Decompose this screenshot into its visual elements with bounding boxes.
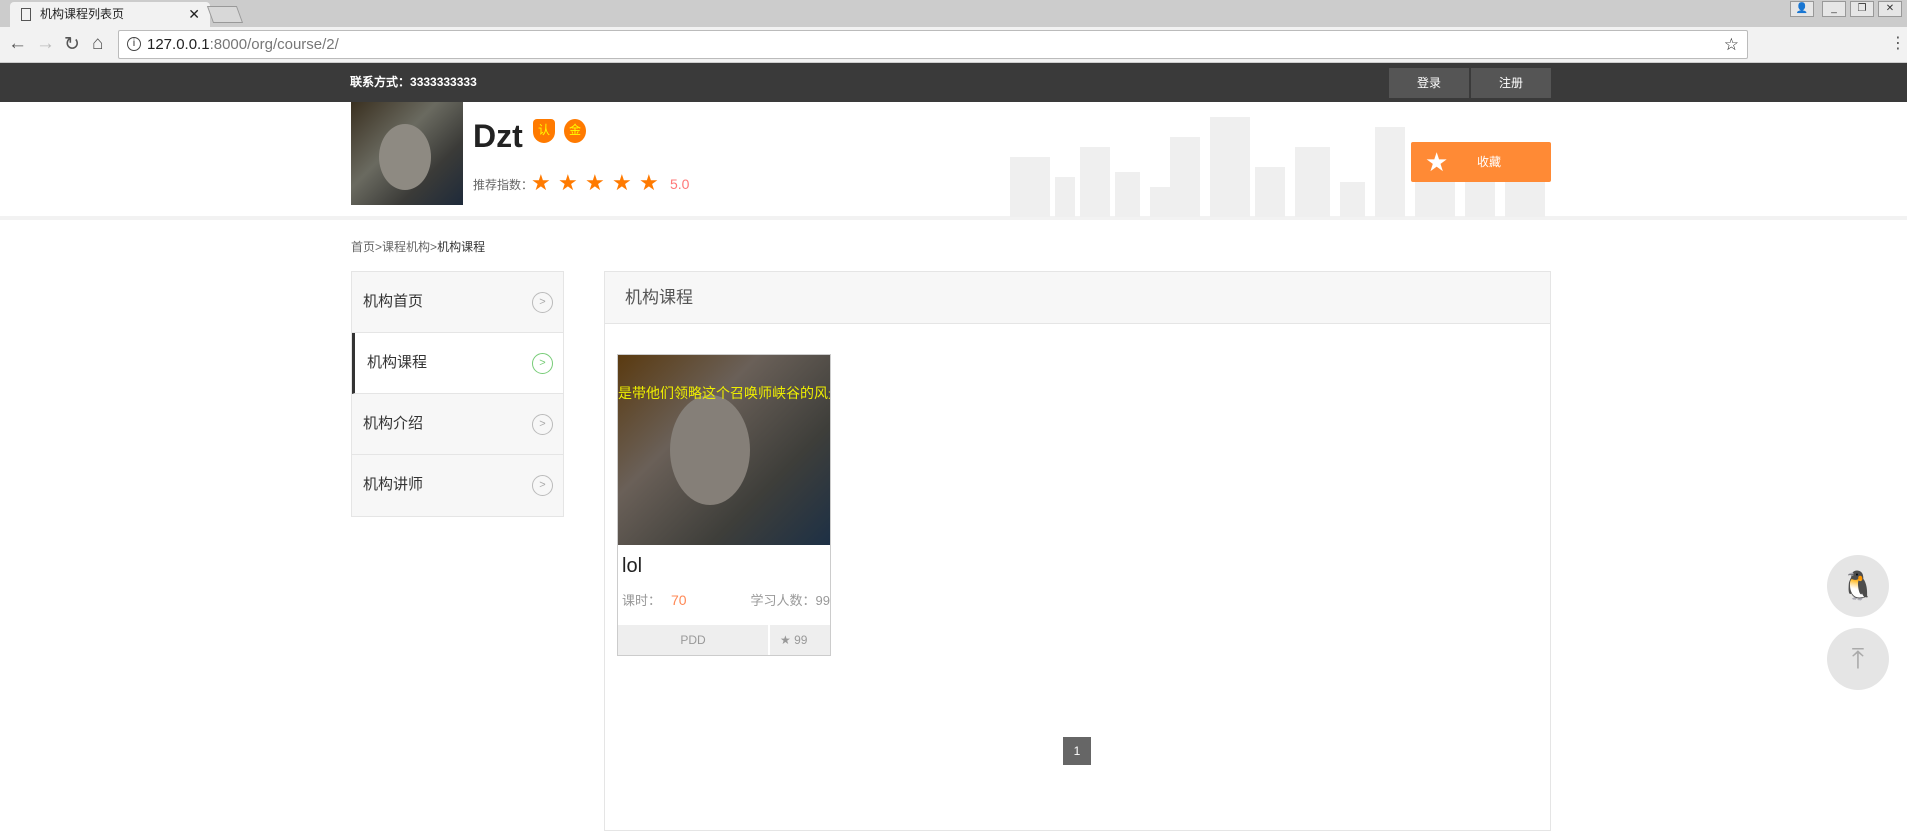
close-tab-icon[interactable]: ✕ [188,2,200,27]
org-name: Dzt [473,118,523,154]
restore-button[interactable]: ❐ [1850,1,1874,17]
gold-badge-icon: 金 [564,119,586,143]
breadcrumb-sep: > [375,240,383,254]
star-icon: ★ [780,633,791,647]
address-bar[interactable]: i 127.0.0.1:8000/org/course/2/ ☆ [118,30,1748,59]
breadcrumb-sep: > [430,240,438,254]
panel-title: 机构课程 [605,272,1550,324]
url-host: 127.0.0.1 [147,36,210,53]
browser-tab[interactable]: 机构课程列表页 ✕ [10,2,210,27]
favorite-button[interactable]: ★ 收藏 [1411,142,1551,182]
reload-icon[interactable]: ↻ [64,33,80,56]
login-button[interactable]: 登录 [1389,68,1469,98]
page-1-button[interactable]: 1 [1063,737,1091,765]
chevron-right-icon: > [532,414,553,435]
course-teacher: PDD [618,625,768,655]
minimize-button[interactable]: _ [1822,1,1846,17]
breadcrumb: 首页>课程机构>机构课程 [351,238,485,255]
browser-toolbar: ← → ↻ ⌂ i 127.0.0.1:8000/org/course/2/ ☆ ⋮ [0,27,1907,63]
chevron-right-icon: > [532,353,553,374]
star-icon: ★ [531,170,551,195]
sidebar-item-intro[interactable]: 机构介绍 > [352,394,563,455]
course-card[interactable]: 是带他们领略这个召唤师峡谷的风光 lol 课时： 70 学习人数：99 PDD ★… [617,354,831,656]
course-students: 学习人数：99 [750,593,830,608]
site-top-bar: 联系方式：3333333333 登录 注册 [0,63,1907,102]
chevron-right-icon: > [532,475,553,496]
register-button[interactable]: 注册 [1471,68,1551,98]
qq-chat-button[interactable]: 🐧 [1827,555,1889,617]
thumbnail-caption: 是带他们领略这个召唤师峡谷的风光 [618,385,830,401]
breadcrumb-home[interactable]: 首页 [351,240,375,254]
sidebar-item-teachers[interactable]: 机构讲师 > [352,455,563,516]
org-avatar [351,102,463,205]
new-tab-button[interactable] [206,6,244,23]
org-header: Dzt 认 金 推荐指数： ★ ★ ★ ★ ★ 5.0 ★ 收藏 [0,102,1907,220]
star-icon: ★ [558,170,578,195]
contact-info: 联系方式：3333333333 [350,75,477,89]
url-path: :8000/org/course/2/ [209,36,339,53]
home-icon[interactable]: ⌂ [92,33,103,55]
course-name[interactable]: lol [622,555,642,578]
back-to-top-button[interactable]: ⤒ [1827,628,1889,690]
forward-icon[interactable]: → [36,33,55,55]
back-icon[interactable]: ← [8,33,27,55]
close-window-button[interactable]: ✕ [1878,1,1902,17]
page-icon [21,8,31,21]
menu-icon[interactable]: ⋮ [1890,33,1906,53]
bookmark-star-icon[interactable]: ☆ [1724,31,1739,58]
sidebar-item-home[interactable]: 机构首页 > [352,272,563,333]
course-favorites: ★ 99 [770,625,830,655]
sidebar-item-courses[interactable]: 机构课程 > [352,333,563,394]
chevron-right-icon: > [532,292,553,313]
rating-score: 5.0 [670,176,690,192]
course-hours: 课时： 70 [622,592,687,608]
star-icon: ★ [612,170,632,195]
org-sidebar: 机构首页 > 机构课程 > 机构介绍 > 机构讲师 > [351,271,564,517]
profile-icon[interactable]: 👤 [1790,1,1814,17]
certified-badge-icon: 认 [533,119,555,143]
tab-title: 机构课程列表页 [40,7,125,21]
info-icon[interactable]: i [127,37,141,51]
browser-tab-bar: 机构课程列表页 ✕ 👤 _ ❐ ✕ [0,0,1907,27]
breadcrumb-current: 机构课程 [437,240,486,254]
course-panel: 机构课程 是带他们领略这个召唤师峡谷的风光 lol 课时： 70 学习人数：99 … [604,271,1551,831]
star-icon: ★ [639,170,659,195]
breadcrumb-orgs[interactable]: 课程机构 [382,240,430,254]
star-icon: ★ [1425,147,1449,177]
rating-label: 推荐指数： [473,178,534,192]
star-icon: ★ [585,170,605,195]
course-thumbnail[interactable]: 是带他们领略这个召唤师峡谷的风光 [618,355,830,545]
